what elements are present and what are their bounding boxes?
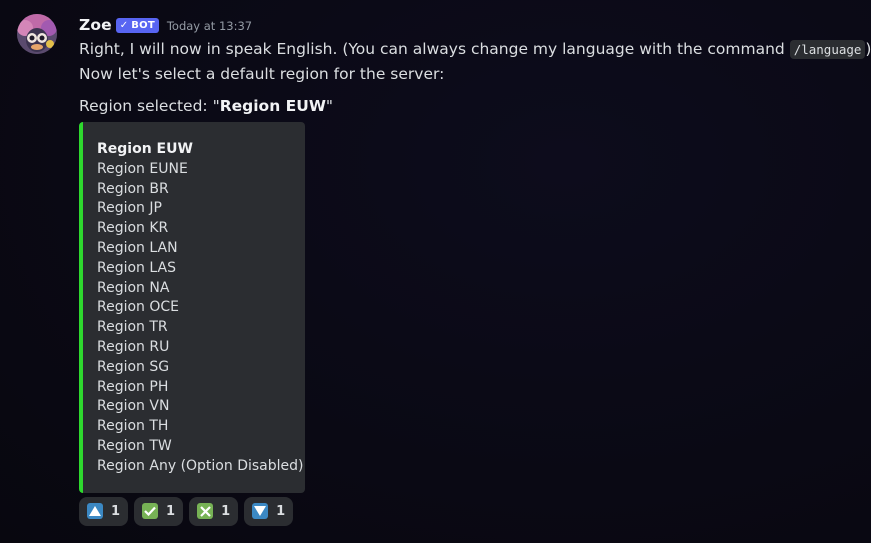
embed-item: Region LAN <box>97 239 178 256</box>
region-selected-prefix: Region selected: " <box>79 97 220 115</box>
region-selected-value: Region EUW <box>219 97 326 115</box>
reaction-count: 1 <box>221 503 231 519</box>
timestamp[interactable]: Today at 13:37 <box>167 17 252 33</box>
reaction-check-mark[interactable]: 1 <box>134 496 184 526</box>
embed-item: Region TW <box>97 437 172 454</box>
reaction-arrow-up[interactable]: 1 <box>79 496 129 526</box>
embed-item: Region TH <box>97 418 169 435</box>
embed-item: Region JP <box>97 200 162 217</box>
region-selected-suffix: " <box>325 97 334 115</box>
reaction-arrow-down[interactable]: 1 <box>244 496 294 526</box>
embed-item: Region BR <box>97 180 169 197</box>
message-line-1-text: Right, I will now in speak English. (You… <box>79 40 790 58</box>
reaction-cross-mark[interactable]: 1 <box>189 496 239 526</box>
embed-item: Region TR <box>97 319 168 336</box>
embed-item: Region KR <box>97 220 169 237</box>
avatar[interactable] <box>17 14 57 54</box>
zoe-avatar-image <box>17 14 57 54</box>
embed-item: Region PH <box>97 378 169 395</box>
embed-item: Region Any (Option Disabled) <box>97 457 304 474</box>
embed-item: Region EUNE <box>97 160 188 177</box>
inline-code-command: /language <box>789 40 866 59</box>
embed-item: Region LAS <box>97 259 176 276</box>
embed-item: Region OCE <box>97 299 180 316</box>
verified-check-icon: ✓ <box>119 19 129 31</box>
reactions-bar: 1 1 1 1 <box>79 496 859 526</box>
embed-item: Region VN <box>97 398 170 415</box>
cross-mark-icon <box>197 503 214 520</box>
region-selected-line: Region selected: "Region EUW" <box>79 94 859 118</box>
arrow-down-icon <box>252 503 269 520</box>
message-line-1: Right, I will now in speak English. (You… <box>79 37 871 62</box>
reaction-count: 1 <box>166 503 176 519</box>
username[interactable]: Zoe <box>79 16 112 34</box>
check-mark-icon <box>142 503 159 520</box>
message-content: Zoe ✓ BOT Today at 13:37 Right, I will n… <box>79 13 871 526</box>
message-line-2: Now let's select a default region for th… <box>79 65 445 83</box>
message-header: Zoe ✓ BOT Today at 13:37 <box>79 13 859 37</box>
embed-item: Region NA <box>97 279 170 296</box>
embed-item: Region SG <box>97 358 170 375</box>
embed-item: Region RU <box>97 338 170 355</box>
embed-item: Region EUW <box>97 141 193 157</box>
message-line-1-end: ). <box>865 40 871 58</box>
reaction-count: 1 <box>276 503 286 519</box>
bot-tag: ✓ BOT <box>115 17 159 33</box>
arrow-up-icon <box>87 503 103 520</box>
chat-message: Zoe ✓ BOT Today at 13:37 Right, I will n… <box>0 0 871 543</box>
bot-tag-label: BOT <box>131 19 155 31</box>
reaction-count: 1 <box>111 503 121 519</box>
region-embed: Region EUW Region EUNE Region BR Region … <box>79 122 305 493</box>
